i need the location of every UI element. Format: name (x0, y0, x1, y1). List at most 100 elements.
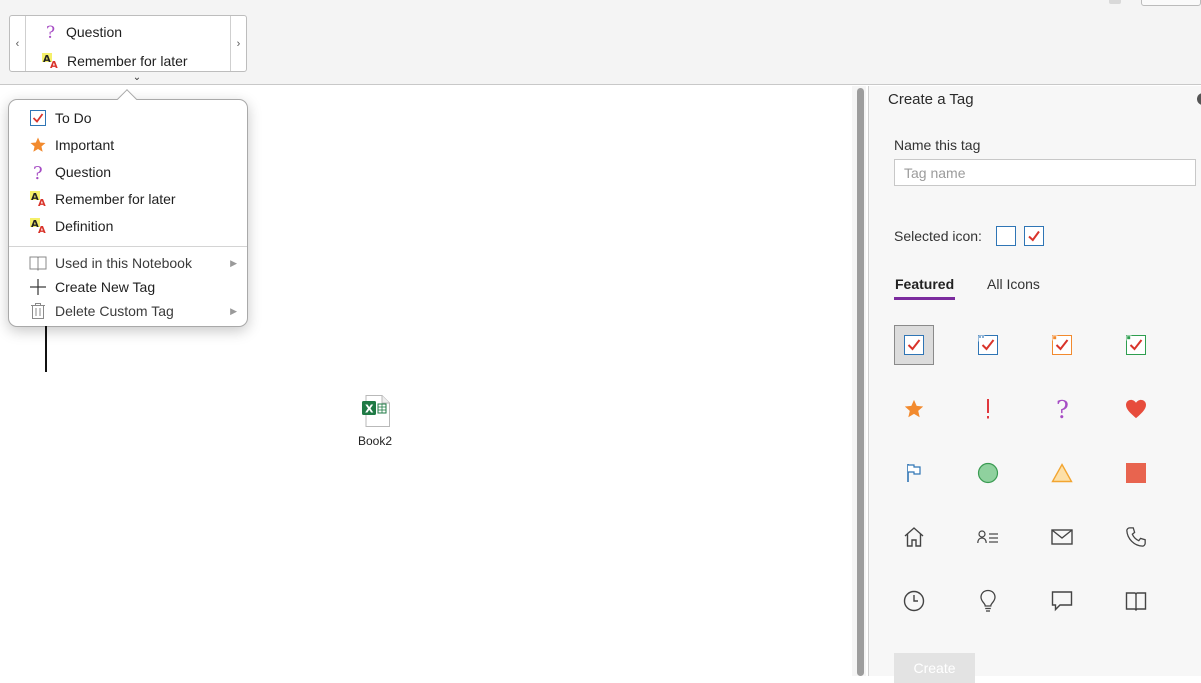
grid-heart[interactable] (1116, 389, 1156, 429)
grid-exclamation[interactable] (968, 389, 1008, 429)
checkbox-check-blue-dots-icon (978, 335, 998, 355)
grid-red-square[interactable] (1116, 453, 1156, 493)
scrollbar-thumb[interactable] (857, 88, 864, 676)
gallery-item-label: Question (66, 24, 123, 40)
checkbox-check-green-icon (1126, 335, 1146, 355)
file-attachment[interactable]: X Book2 (345, 395, 405, 448)
grid-clock[interactable] (894, 581, 934, 621)
close-pane-icon[interactable] (1197, 93, 1201, 105)
menu-item-remember-for-later[interactable]: AA Remember for later (29, 187, 237, 211)
gallery-item-remember[interactable]: AA Remember for later (42, 50, 188, 72)
grid-checkbox-check-blue-dots[interactable] (968, 325, 1008, 365)
menu-item-label: Remember for later (55, 191, 176, 207)
menu-separator (9, 246, 247, 247)
tag-name-label: Name this tag (894, 137, 981, 153)
selected-icon-empty-box (996, 226, 1016, 246)
grid-question[interactable]: ? (1042, 389, 1082, 429)
speech-bubble-icon (1051, 590, 1073, 612)
tag-name-input[interactable] (894, 159, 1196, 186)
tags-dropdown-menu: To Do Important ? Question AA Remember f… (8, 89, 248, 327)
excel-file-icon: X (362, 395, 390, 427)
text-cursor (45, 326, 47, 372)
triangle-icon (1051, 463, 1073, 483)
ribbon: ‹ ? Question AA Remember for later › ⌄ (0, 0, 1201, 85)
submenu-arrow-icon: ▶ (230, 305, 237, 316)
ribbon-share-button[interactable] (1141, 0, 1201, 6)
attachment-filename: Book2 (357, 434, 393, 448)
menu-item-question[interactable]: ? Question (29, 160, 237, 184)
menu-item-important[interactable]: Important (29, 133, 237, 157)
grid-home[interactable] (894, 517, 934, 557)
submenu-arrow-icon: ▶ (230, 257, 237, 268)
tab-featured[interactable]: Featured (895, 276, 954, 292)
highlight-a-icon: AA (29, 217, 47, 235)
clock-icon (903, 590, 925, 612)
grid-lightbulb[interactable] (968, 581, 1008, 621)
svg-text:?: ? (1056, 397, 1069, 421)
grid-book[interactable] (1116, 581, 1156, 621)
book-icon (1125, 591, 1147, 611)
highlight-a-icon: AA (42, 53, 59, 69)
menu-item-label: Definition (55, 218, 114, 234)
trash-icon (29, 302, 47, 320)
grid-star[interactable] (894, 389, 934, 429)
menu-item-label: Question (55, 164, 112, 180)
menu-item-label: To Do (55, 110, 92, 126)
contact-icon (977, 530, 999, 544)
menu-item-label: Delete Custom Tag (55, 303, 174, 319)
grid-mail[interactable] (1042, 517, 1082, 557)
mail-icon (1051, 529, 1073, 545)
gallery-prev-button[interactable]: ‹ (10, 16, 26, 71)
menu-item-delete-custom-tag[interactable]: Delete Custom Tag ▶ (29, 299, 237, 323)
star-icon (29, 136, 47, 154)
menu-item-label: Important (55, 137, 115, 153)
flag-icon (905, 463, 923, 483)
menu-item-create-new-tag[interactable]: Create New Tag (29, 275, 237, 299)
tab-all-icons[interactable]: All Icons (987, 276, 1040, 292)
svg-text:?: ? (46, 23, 55, 41)
active-tab-indicator (894, 297, 955, 300)
tag-gallery[interactable]: ‹ ? Question AA Remember for later › ⌄ (9, 15, 247, 83)
create-tag-pane: Create a Tag Name this tag Selected icon… (868, 86, 1201, 683)
todo-checkbox-icon (29, 109, 47, 127)
checkbox-check-blue-icon (904, 335, 924, 355)
exclamation-icon (984, 398, 992, 420)
menu-item-used-in-notebook[interactable]: Used in this Notebook ▶ (29, 251, 237, 275)
selected-icon-preview (1024, 226, 1044, 246)
lightbulb-icon (979, 589, 997, 613)
pane-title: Create a Tag (888, 91, 974, 108)
svg-text:A: A (38, 198, 46, 207)
red-square-icon (1126, 463, 1146, 483)
ribbon-share-icon[interactable] (1109, 0, 1121, 4)
question-icon: ? (29, 163, 47, 181)
excel-badge: X (365, 403, 374, 416)
question-icon: ? (42, 23, 58, 41)
menu-item-label: Create New Tag (55, 279, 156, 295)
grid-flag[interactable] (894, 453, 934, 493)
grid-green-circle[interactable] (968, 453, 1008, 493)
menu-item-todo[interactable]: To Do (29, 106, 237, 130)
heart-icon (1125, 399, 1147, 419)
grid-phone[interactable] (1116, 517, 1156, 557)
checkbox-check-orange-icon (1052, 335, 1072, 355)
grid-checkbox-check-green[interactable] (1116, 325, 1156, 365)
svg-text:A: A (38, 225, 46, 234)
notebook-icon (29, 254, 47, 272)
star-icon (903, 398, 925, 420)
grid-triangle[interactable] (1042, 453, 1082, 493)
plus-icon (29, 278, 47, 296)
phone-icon (1125, 526, 1147, 548)
question-icon: ? (1054, 397, 1070, 421)
gallery-expand-button[interactable]: ⌄ (122, 71, 152, 85)
gallery-item-label: Remember for later (67, 53, 188, 69)
grid-speech-bubble[interactable] (1042, 581, 1082, 621)
grid-checkbox-check-blue[interactable] (894, 325, 934, 365)
create-tag-button[interactable]: Create (894, 653, 975, 683)
highlight-a-icon: AA (29, 190, 47, 208)
gallery-item-question[interactable]: ? Question (42, 21, 122, 43)
menu-item-definition[interactable]: AA Definition (29, 214, 237, 238)
grid-checkbox-check-orange[interactable] (1042, 325, 1082, 365)
selected-icon-label: Selected icon: (894, 228, 982, 244)
gallery-next-button[interactable]: › (230, 16, 246, 71)
grid-contact[interactable] (968, 517, 1008, 557)
